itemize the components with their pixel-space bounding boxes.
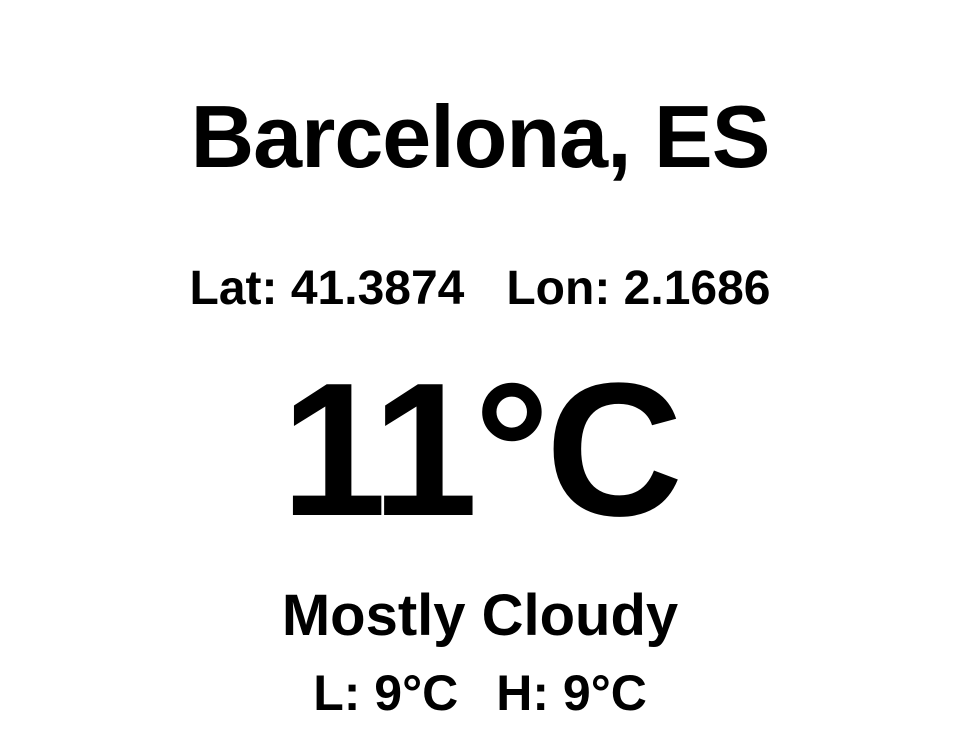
weather-card: Barcelona, ES Lat: 41.3874 Lon: 2.1686 1…	[0, 0, 960, 750]
city-name: Barcelona, ES	[190, 87, 771, 186]
high-label: H:	[496, 665, 549, 721]
current-temperature: 11°C	[280, 344, 683, 556]
longitude-label: Lon:	[506, 261, 611, 315]
high-temperature: H: 9°C	[496, 664, 647, 722]
low-label: L:	[313, 665, 361, 721]
longitude-value: 2.1686	[623, 261, 771, 315]
low-value: 9°C	[374, 665, 459, 721]
latitude-value: 41.3874	[290, 261, 465, 315]
latitude-label: Lat:	[189, 261, 278, 315]
low-temperature: L: 9°C	[313, 664, 458, 722]
latitude: Lat: 41.3874	[190, 261, 465, 316]
coordinates: Lat: 41.3874 Lon: 2.1686	[0, 252, 960, 324]
weather-condition: Mostly Cloudy	[281, 582, 679, 648]
high-value: 9°C	[562, 665, 647, 721]
longitude: Lon: 2.1686	[506, 261, 770, 316]
temperature-range: L: 9°C H: 9°C	[0, 660, 960, 726]
